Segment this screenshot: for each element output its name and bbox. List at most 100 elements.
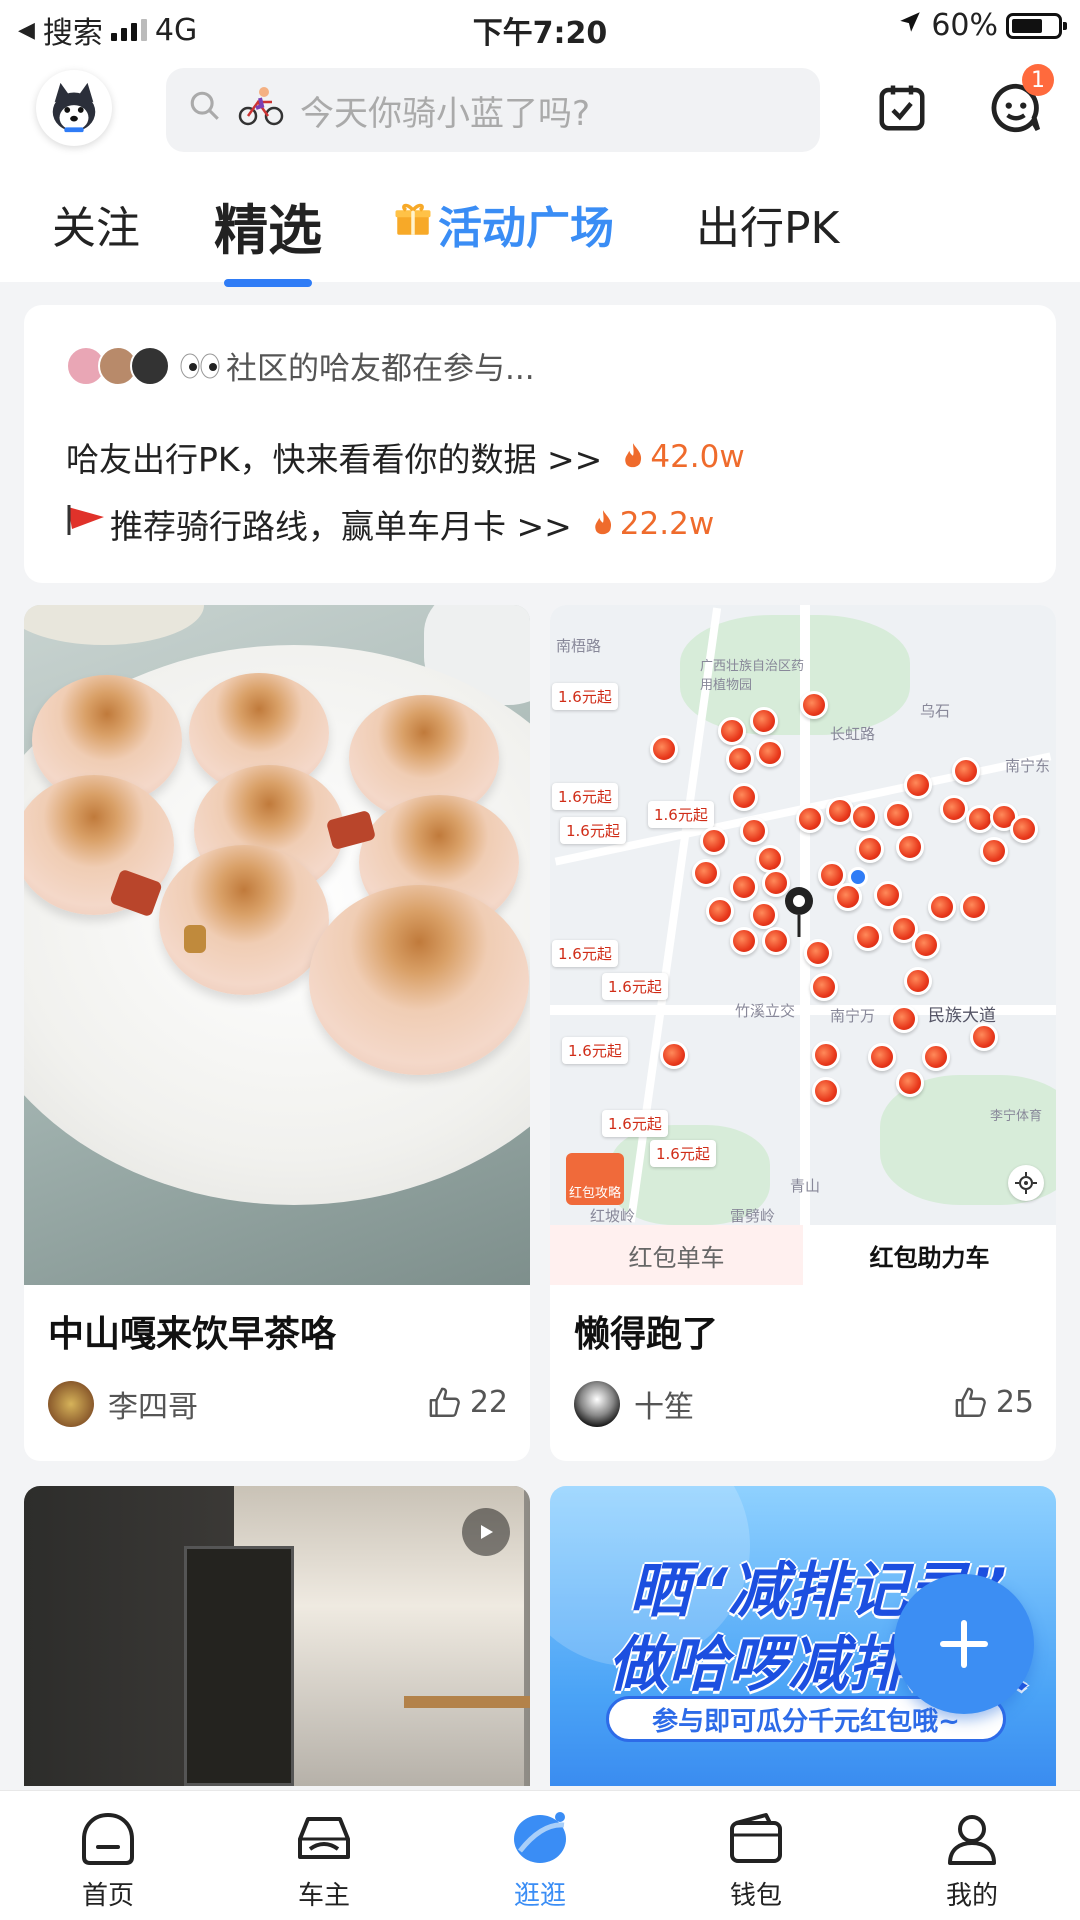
map-place-name: 南梧路 [556, 637, 602, 655]
bike-pin [952, 757, 980, 785]
battery-percent: 60% [931, 8, 998, 43]
battery-icon [1006, 12, 1067, 39]
post-author[interactable]: 李四哥 [48, 1381, 198, 1427]
bike-pin [800, 691, 828, 719]
user-avatar[interactable] [36, 70, 112, 146]
participant-avatars [66, 345, 170, 386]
price-label: 1.6元起 [552, 683, 618, 710]
bike-pin [660, 1041, 688, 1069]
current-location-dot [848, 867, 868, 887]
fire-icon [625, 443, 642, 468]
nav-explore[interactable]: 逛逛 [432, 1791, 648, 1920]
nav-wallet[interactable]: 钱包 [648, 1791, 864, 1920]
nav-car-owner[interactable]: 车主 [216, 1791, 432, 1920]
feed-tabs: 关注 精选 活动广场 出行PK [0, 192, 1080, 287]
peanut-shape [184, 925, 206, 953]
bike-pin [850, 803, 878, 831]
like-button[interactable]: 22 [428, 1385, 508, 1420]
tab-travel-pk[interactable]: 出行PK [696, 192, 839, 256]
tab-following-label: 关注 [52, 203, 140, 254]
bike-pin [730, 873, 758, 901]
price-label: 1.6元起 [562, 1037, 628, 1064]
map-place-name: 青山 [790, 1177, 821, 1195]
bike-pin [750, 901, 778, 929]
gift-icon [392, 198, 434, 251]
route-recommend-link[interactable]: 推荐骑行路线，赢单车月卡 >> 22.2w [66, 500, 714, 548]
participants-text: 社区的哈友都在参与... [226, 351, 535, 387]
play-icon[interactable] [462, 1508, 510, 1556]
map-place-name: 李宁体育 [990, 1109, 1043, 1124]
wallet-icon [730, 1813, 782, 1863]
search-bar[interactable]: 今天你骑小蓝了吗? [166, 68, 820, 152]
bun-shape [159, 845, 329, 995]
fire-icon [595, 510, 611, 535]
price-label: 1.6元起 [648, 801, 714, 828]
hot-count-value: 22.2w [619, 506, 715, 542]
price-label: 1.6元起 [602, 973, 668, 1000]
tab-following[interactable]: 关注 [52, 192, 140, 256]
post-card[interactable]: 中山嘎来饮早茶咯 李四哥 22 [24, 605, 530, 1461]
bike-pin [706, 897, 734, 925]
map-place-name: 广西壮族自治区药用植物园 [700, 659, 805, 693]
travel-pk-link[interactable]: 哈友出行PK，快来看看你的数据 >> 42.0w [66, 433, 745, 481]
status-right: 60% [897, 8, 1067, 43]
cyclist-emoji-icon [238, 86, 284, 135]
bun-shape [309, 885, 529, 1075]
bike-pin [650, 735, 678, 763]
author-avatar [48, 1381, 94, 1427]
bike-pin [692, 859, 720, 887]
author-avatar [574, 1381, 620, 1427]
messages-button[interactable]: 1 [986, 64, 1054, 138]
bike-pin [718, 717, 746, 745]
like-count: 25 [995, 1385, 1034, 1420]
like-button[interactable]: 25 [954, 1385, 1034, 1420]
travel-pk-link-text: 哈友出行PK，快来看看你的数据 >> [66, 440, 603, 479]
locate-button[interactable] [1008, 1165, 1044, 1201]
post-card[interactable]: 南梧路 广西壮族自治区药用植物园 长虹路 乌石 南宁东 竹溪立交 南宁万 民族大… [550, 605, 1056, 1461]
shelf-image-shape [404, 1696, 530, 1708]
status-bar: ◀ 搜索 4G 下午7:20 60% [0, 0, 1080, 52]
bike-pin [904, 771, 932, 799]
location-icon [897, 8, 923, 43]
checkin-calendar-button[interactable] [872, 78, 932, 138]
bottom-nav: 首页 车主 逛逛 钱包 我的 [0, 1790, 1080, 1920]
guide-label: 红包攻略 [568, 1186, 621, 1201]
bike-pin [960, 893, 988, 921]
create-post-button[interactable] [894, 1574, 1034, 1714]
bike-pin [890, 1005, 918, 1033]
bike-pin [856, 835, 884, 863]
tab-featured-label: 精选 [214, 199, 322, 262]
community-info-card[interactable]: 社区的哈友都在参与... 哈友出行PK，快来看看你的数据 >> 42.0w 推荐… [24, 305, 1056, 583]
bike-pin [730, 927, 758, 955]
post-author[interactable]: 十笙 [574, 1381, 694, 1427]
tab-activity-plaza[interactable]: 活动广场 [392, 192, 614, 256]
post-title: 懒得跑了 [574, 1314, 719, 1355]
tab-red-packet-ebike[interactable]: 红包助力车 [803, 1225, 1056, 1285]
red-packet-guide-button[interactable]: 红包攻略 [566, 1153, 624, 1205]
tab-red-packet-bike[interactable]: 红包单车 [550, 1225, 803, 1285]
bike-pin [928, 893, 956, 921]
bike-pin [874, 881, 902, 909]
bike-pin [700, 827, 728, 855]
author-name: 李四哥 [108, 1390, 198, 1425]
hot-count: 42.0w [620, 439, 745, 475]
husky-avatar-icon [52, 82, 96, 133]
nav-profile[interactable]: 我的 [864, 1791, 1080, 1920]
crosshair-icon [1015, 1172, 1037, 1194]
map-place-name: 南宁东 [1005, 757, 1051, 775]
map-place-name: 雷劈岭 [730, 1207, 776, 1225]
top-header: 今天你骑小蓝了吗? 1 关注 精选 活动广场 出行PK [0, 52, 1080, 287]
map-place-name: 南宁万 [830, 1007, 876, 1025]
bike-pin [750, 707, 778, 735]
red-flag-icon [66, 503, 106, 545]
nav-home[interactable]: 首页 [0, 1791, 216, 1920]
post-image-map: 南梧路 广西壮族自治区药用植物园 长虹路 乌石 南宁东 竹溪立交 南宁万 民族大… [550, 605, 1056, 1225]
car-icon [298, 1817, 350, 1859]
hot-count: 22.2w [590, 506, 714, 542]
tab-featured[interactable]: 精选 [214, 186, 322, 287]
bike-pin [730, 783, 758, 811]
bike-pin [834, 883, 862, 911]
post-card-video[interactable] [24, 1486, 530, 1786]
bike-pin [812, 1041, 840, 1069]
bike-pin [812, 1077, 840, 1105]
